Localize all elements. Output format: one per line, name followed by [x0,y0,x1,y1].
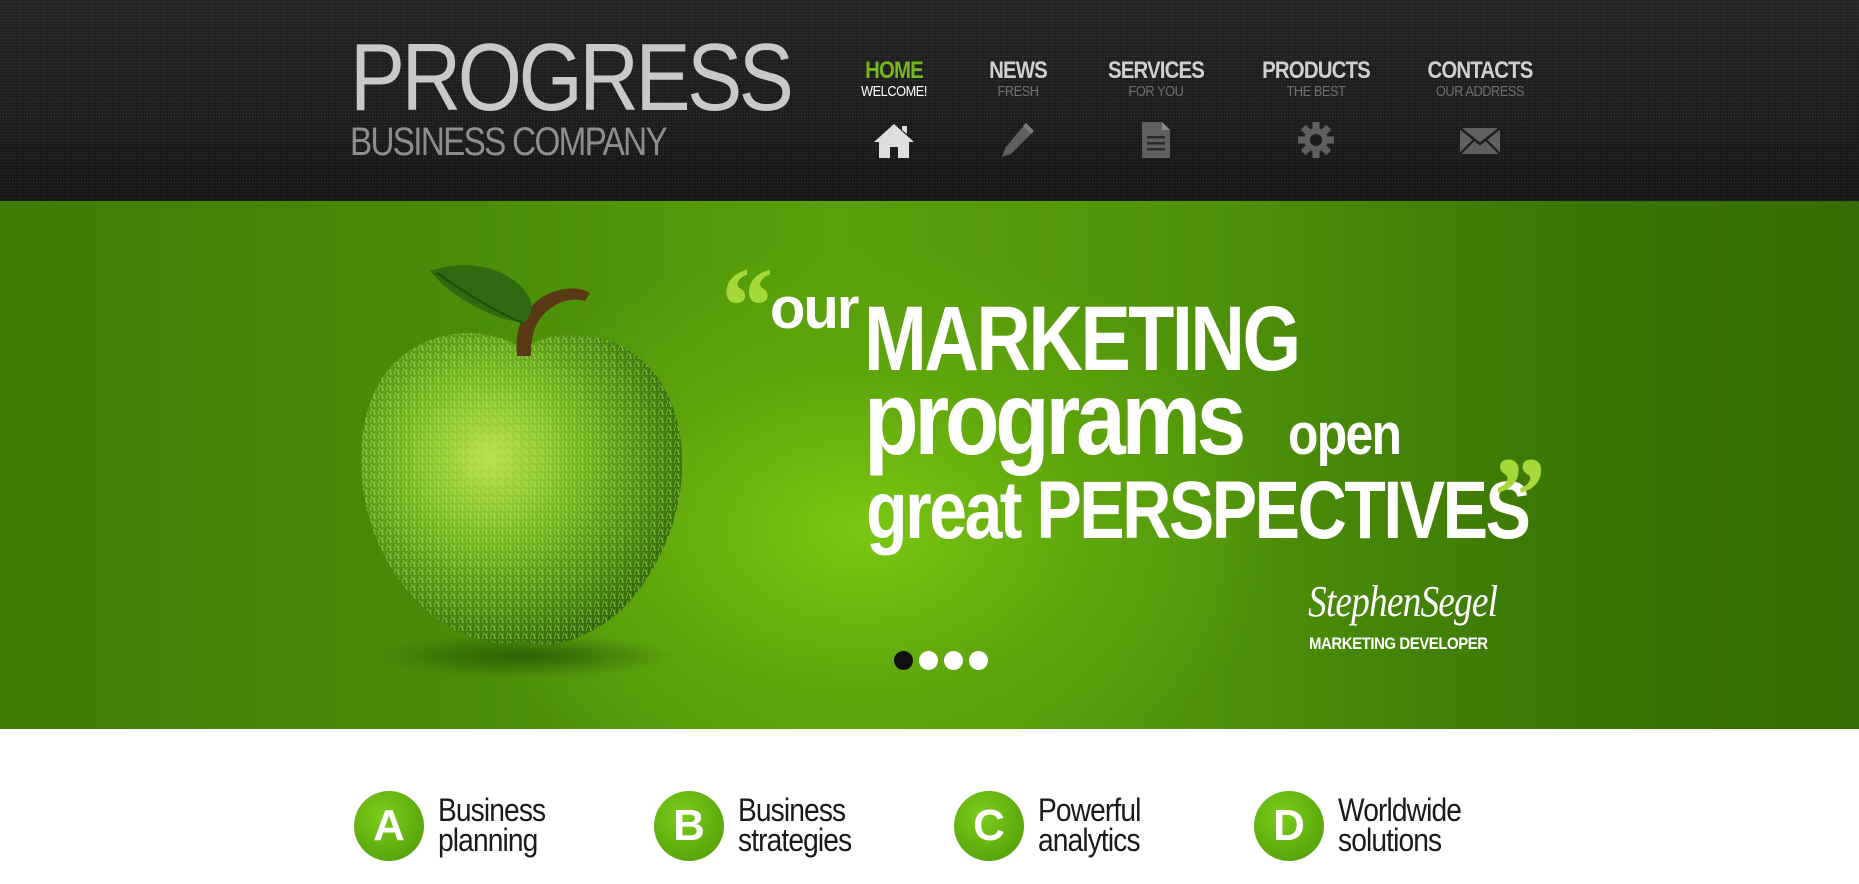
gear-icon [1294,120,1338,160]
feature-badge: A [354,791,424,861]
feature-title-line1: Worldwide [1338,792,1462,828]
feature-text: Business planning [438,792,638,858]
nav-sublabel: THE BEST [1286,83,1346,100]
slider-dot-2[interactable] [919,651,938,670]
main-nav: HOME WELCOME! NEWS FRESH SERVICES FOR YO… [0,58,1859,168]
nav-sublabel: FRESH [997,83,1039,100]
pencil-icon [996,120,1040,160]
home-icon [872,120,916,160]
nav-label: HOME [865,57,924,84]
author-signature: StephenSegel [1308,577,1498,626]
nav-item-services[interactable]: SERVICES FOR YOU [1086,58,1226,160]
feature-title-line2: strategies [738,822,852,858]
slider-pagination [894,651,994,673]
slider-dot-3[interactable] [944,651,963,670]
quote-close-mark: ” [1488,435,1543,557]
feature-badge: D [1254,791,1324,861]
apple-image [361,265,683,678]
features-row: A Business planning B Business strategie… [0,729,1859,884]
feature-badge: C [954,791,1024,861]
feature-title-line2: solutions [1338,822,1442,858]
feature-badge: B [654,791,724,861]
nav-item-contacts[interactable]: CONTACTS OUR ADDRESS [1410,58,1550,160]
nav-sublabel: FOR YOU [1128,83,1184,100]
slider-dot-4[interactable] [969,651,988,670]
quote-line-programs: programs [864,361,1246,477]
site-header: PROGRESS BUSINESS COMPANY HOME WELCOME! … [0,0,1859,202]
document-icon [1134,120,1178,160]
quote-word-open: open [1288,402,1402,467]
slider-dot-1[interactable] [894,651,913,670]
envelope-icon [1458,120,1502,160]
quote-line-perspectives: great PERSPECTIVES [866,465,1531,556]
feature-title-line2: planning [438,822,538,858]
feature-title-line1: Business [438,792,546,828]
author-role: MARKETING DEVELOPER [1309,634,1488,653]
feature-text: Powerful analytics [1038,792,1238,858]
nav-label: NEWS [989,57,1048,84]
feature-text: Business strategies [738,792,938,858]
feature-title-line1: Powerful [1038,792,1141,828]
quote-open-mark: “ [716,245,771,367]
nav-item-products[interactable]: PRODUCTS THE BEST [1246,58,1386,160]
quote-word-our: our [770,276,859,341]
nav-label: CONTACTS [1427,57,1533,84]
nav-item-home[interactable]: HOME WELCOME! [824,58,964,160]
nav-label: SERVICES [1108,57,1205,84]
nav-label: PRODUCTS [1262,57,1371,84]
nav-item-news[interactable]: NEWS FRESH [948,58,1088,160]
feature-title-line1: Business [738,792,846,828]
hero-slider: “ our MARKETING programs open great PERS… [0,201,1859,729]
feature-title-line2: analytics [1038,822,1141,858]
feature-text: Worldwide solutions [1338,792,1538,858]
nav-sublabel: OUR ADDRESS [1435,83,1525,100]
nav-sublabel: WELCOME! [860,83,928,100]
